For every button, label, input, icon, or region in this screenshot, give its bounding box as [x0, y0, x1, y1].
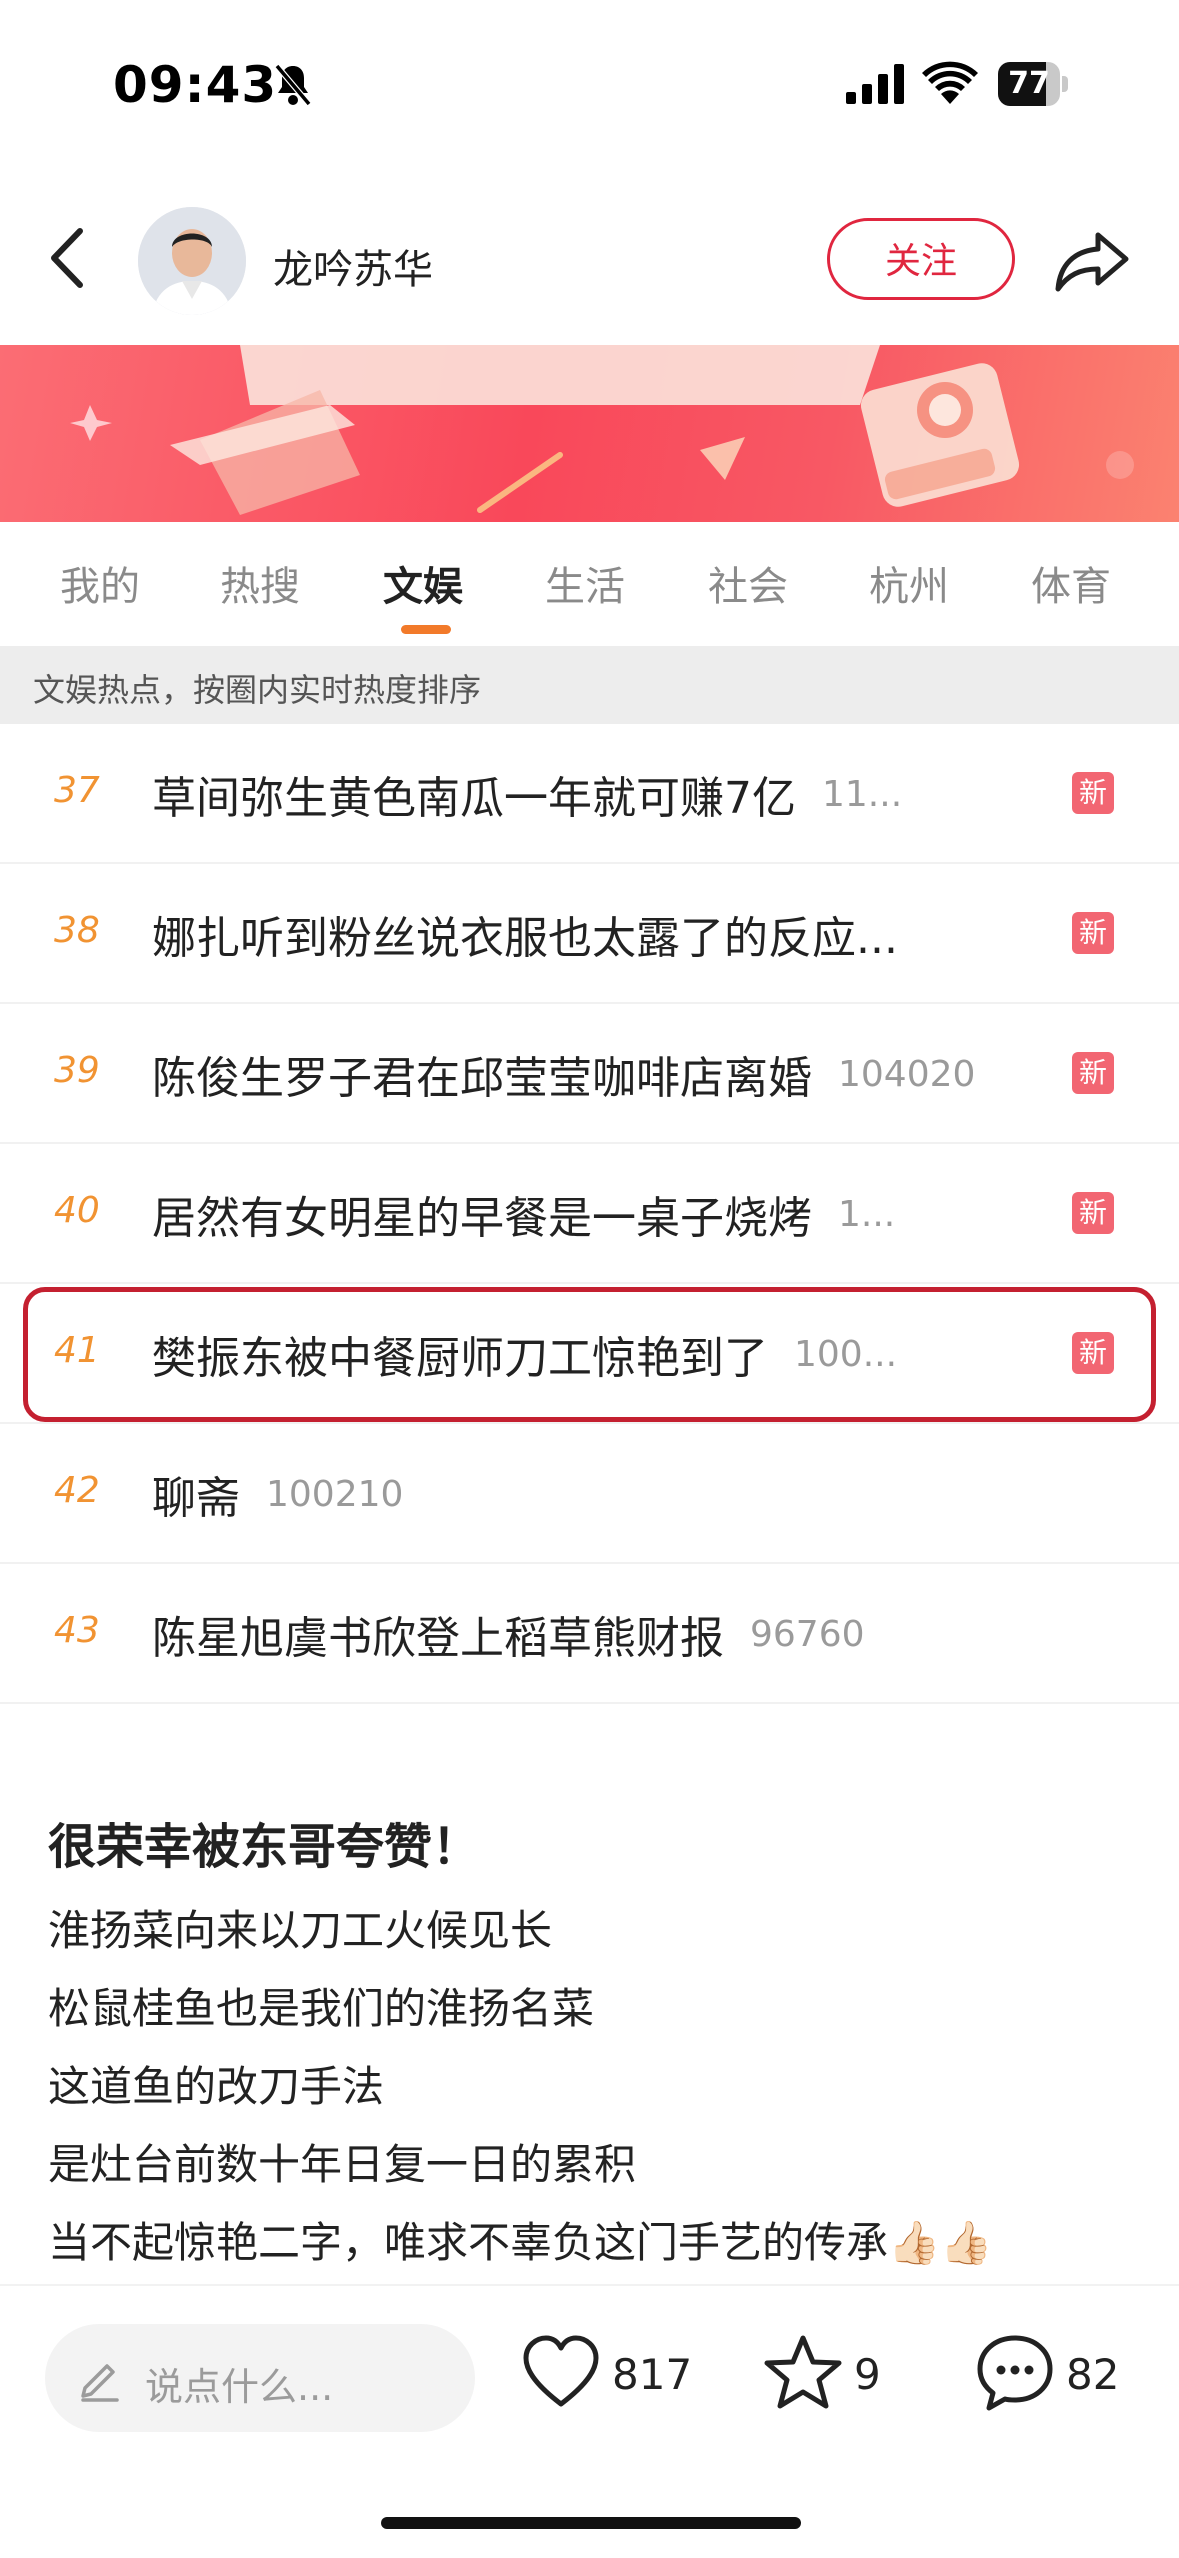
post-line: 淮扬菜向来以刀工火候见长	[48, 1906, 553, 1955]
tab-hot-search[interactable]: 热搜	[220, 554, 300, 612]
battery-indicator: 77	[998, 62, 1068, 106]
favorite-count: 9	[854, 2350, 881, 2399]
like-button[interactable]: 817	[520, 2332, 693, 2422]
post-line: 松鼠桂鱼也是我们的淮扬名菜	[48, 1984, 595, 2033]
list-item[interactable]: 38 娜扎听到粉丝说衣服也太露了的反应... 新	[0, 864, 1179, 1004]
post-line: 这道鱼的改刀手法	[48, 2062, 385, 2111]
item-title: 草间弥生黄色南瓜一年就可赚7亿	[152, 773, 796, 822]
heart-icon	[523, 2335, 599, 2407]
comment-count: 82	[1066, 2350, 1120, 2399]
favorite-button[interactable]: 9	[762, 2332, 892, 2422]
rank-number: 40	[54, 1190, 100, 1231]
heat-count: 104020	[838, 1053, 976, 1095]
banner-illustration	[70, 345, 1134, 515]
rank-number: 42	[54, 1470, 100, 1511]
nav-bar: 龙吟苏华 关注	[0, 175, 1179, 345]
heat-count: 11...	[822, 773, 903, 815]
status-bar: 09:43 77	[0, 0, 1179, 175]
post-title: 很荣幸被东哥夸赞！	[48, 1819, 481, 1875]
list-item[interactable]: 39 陈俊生罗子君在邱莹莹咖啡店离婚 104020 新	[0, 1004, 1179, 1144]
list-item[interactable]: 43 陈星旭虞书欣登上稻草熊财报 96760	[0, 1564, 1179, 1704]
pen-icon	[81, 2364, 119, 2402]
list-item[interactable]: 37 草间弥生黄色南瓜一年就可赚7亿 11... 新	[0, 724, 1179, 864]
new-badge: 新	[1072, 912, 1114, 954]
category-tabs: 我的 热搜 文娱 生活 社会 杭州 体育	[0, 522, 1179, 646]
like-count: 817	[612, 2350, 693, 2399]
list-item[interactable]: 40 居然有女明星的早餐是一桌子烧烤 1... 新	[0, 1144, 1179, 1284]
battery-level: 77	[1008, 66, 1050, 101]
tab-sports[interactable]: 体育	[1031, 554, 1111, 612]
status-time: 09:43	[113, 56, 278, 114]
post-line: 当不起惊艳二字，唯求不辜负这门手艺的传承👍🏻👍🏻	[48, 2218, 993, 2267]
tab-life[interactable]: 生活	[545, 554, 625, 612]
tab-society[interactable]: 社会	[708, 554, 788, 612]
comment-placeholder: 说点什么...	[145, 2365, 334, 2409]
highlight-frame	[23, 1287, 1156, 1422]
rank-number: 43	[54, 1610, 100, 1651]
tab-hangzhou[interactable]: 杭州	[869, 554, 949, 612]
list-item[interactable]: 42 聊斋 100210	[0, 1424, 1179, 1564]
item-title: 居然有女明星的早餐是一桌子烧烤	[152, 1193, 812, 1242]
signal-icon	[846, 64, 904, 104]
tab-entertainment[interactable]: 文娱	[383, 554, 463, 612]
rank-number: 39	[54, 1050, 100, 1091]
post-line: 是灶台前数十年日复一日的累积	[48, 2140, 637, 2189]
topic-banner	[0, 345, 1179, 522]
new-badge: 新	[1072, 772, 1114, 814]
new-badge: 新	[1072, 1052, 1114, 1094]
hint-text: 文娱热点，按圈内实时热度排序	[33, 671, 482, 709]
bell-muted-icon	[274, 64, 312, 106]
author-name[interactable]: 龙吟苏华	[273, 237, 433, 295]
avatar-photo	[138, 207, 246, 315]
item-title: 陈星旭虞书欣登上稻草熊财报	[152, 1613, 724, 1662]
follow-button[interactable]: 关注	[827, 218, 1015, 300]
item-title: 聊斋	[152, 1473, 240, 1522]
tab-mine[interactable]: 我的	[60, 554, 140, 612]
share-icon[interactable]	[1052, 227, 1132, 297]
item-title: 娜扎听到粉丝说衣服也太露了的反应...	[152, 913, 898, 962]
wifi-icon	[922, 61, 978, 104]
star-icon	[764, 2335, 842, 2409]
comment-button[interactable]: 82	[974, 2332, 1144, 2422]
rank-number: 37	[54, 770, 100, 811]
heat-count: 1...	[838, 1193, 896, 1235]
item-title: 陈俊生罗子君在邱莹莹咖啡店离婚	[152, 1053, 812, 1102]
comment-input[interactable]: 说点什么...	[45, 2324, 475, 2432]
heat-count: 96760	[750, 1613, 865, 1655]
avatar[interactable]	[138, 207, 246, 315]
home-indicator	[381, 2517, 801, 2529]
tab-indicator	[401, 625, 451, 634]
hint-bar: 文娱热点，按圈内实时热度排序	[0, 646, 1179, 724]
new-badge: 新	[1072, 1192, 1114, 1234]
heat-count: 100210	[266, 1473, 404, 1515]
comment-bubble-icon	[977, 2335, 1053, 2411]
back-button[interactable]	[40, 223, 100, 293]
rank-number: 38	[54, 910, 100, 951]
